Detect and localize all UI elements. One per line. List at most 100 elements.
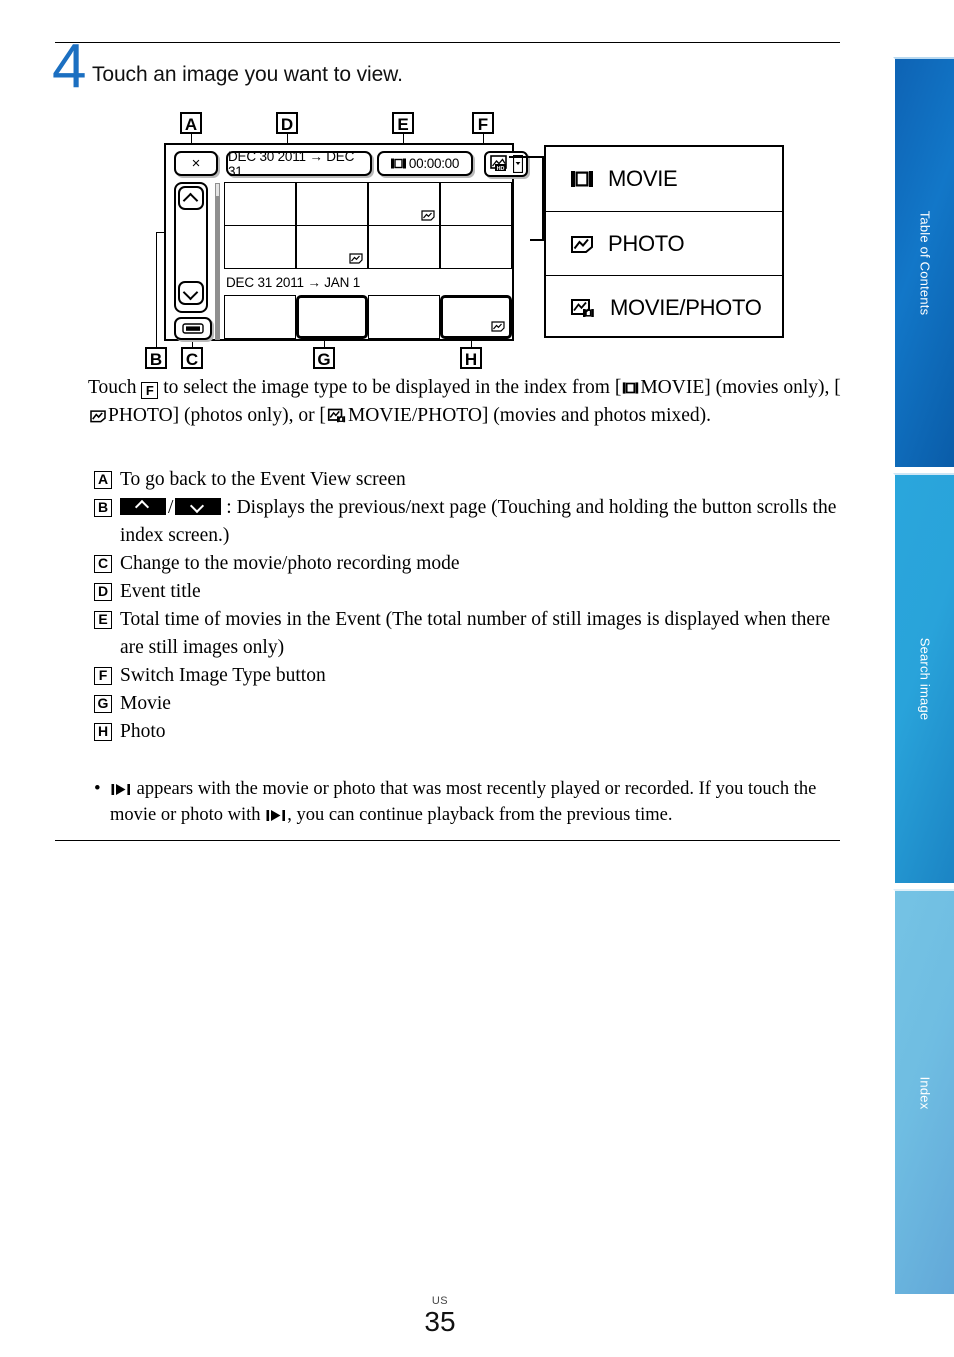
next-page-button[interactable] (178, 281, 204, 305)
thumbnail-cell-movie[interactable] (296, 295, 368, 339)
callout-label-a: A (180, 112, 202, 134)
list-item-e: E Total time of movies in the Event (The… (94, 606, 854, 662)
note-text-part-2: , you can continue playback from the pre… (287, 805, 673, 825)
thumbnail-cell[interactable] (368, 225, 440, 269)
movie-photo-icon (327, 408, 346, 423)
paragraph-part-4: (photos only), or [ (179, 405, 326, 426)
list-item-g: G Movie (94, 690, 854, 718)
chevron-down-icon (512, 155, 523, 173)
menu-item-movie[interactable]: MOVIE (546, 147, 782, 211)
tab-index[interactable]: Index (893, 889, 954, 1294)
leader-b-vertical (156, 232, 157, 347)
switch-image-type-button[interactable]: HD (484, 151, 528, 177)
photo-icon (571, 235, 593, 253)
photo-icon (491, 321, 505, 332)
note-text: appears with the movie or photo that was… (94, 776, 854, 828)
close-button[interactable]: × (174, 151, 218, 176)
list-item-b: B / : Displays the previous/next page (T… (94, 494, 854, 550)
paragraph-movie-label: MOVIE] (640, 377, 711, 398)
thumbnail-cell-photo[interactable] (440, 295, 512, 339)
thumbnail-cell[interactable] (440, 225, 512, 269)
thumbnail-cell[interactable] (224, 182, 296, 226)
legend-marker-a: A (94, 471, 112, 489)
tab-index-label: Index (917, 1076, 932, 1109)
menu-item-photo-label: PHOTO (608, 230, 685, 256)
paragraph-part-1: Touch (88, 377, 142, 398)
legend-text-b: : Displays the previous/next page (Touch… (120, 497, 837, 546)
thumbnail-cell[interactable] (368, 182, 440, 226)
paragraph-part-2: to select the image type to be displayed… (158, 377, 622, 398)
legend-marker-g: G (94, 695, 112, 713)
chevron-up-icon (184, 194, 198, 202)
figure-index-screen: A D E F B C G H × DEC 30 2011 → DEC 31 0… (0, 100, 880, 375)
movie-icon (623, 382, 639, 394)
tab-search-image-label: Search image (917, 637, 932, 721)
legend-marker-c: C (94, 555, 112, 573)
photo-icon (421, 210, 435, 221)
legend-marker-e: E (94, 611, 112, 629)
legend-text-f: Switch Image Type button (120, 665, 326, 686)
close-icon: × (191, 155, 201, 172)
callout-label-d: D (276, 112, 298, 134)
legend-text-c: Change to the movie/photo recording mode (120, 553, 460, 574)
thumbnail-cell[interactable] (224, 225, 296, 269)
slash-separator: / (168, 497, 174, 518)
callout-label-c: C (181, 347, 203, 369)
side-tab-bar: Table of Contents Search image Index (893, 57, 954, 1294)
index-scrollbar-thumb[interactable] (215, 183, 220, 197)
tab-search-image[interactable]: Search image (893, 473, 954, 883)
legend-marker-h: H (94, 723, 112, 741)
tab-table-of-contents-label: Table of Contents (917, 210, 932, 316)
thumbnail-row-2 (224, 225, 512, 269)
thumbnail-cell[interactable] (296, 182, 368, 226)
legend-marker-b: B (94, 499, 112, 517)
legend-text-g: Movie (120, 693, 171, 714)
callout-label-b: B (145, 347, 167, 369)
total-time-display: 00:00:00 (377, 151, 473, 176)
legend-list: A To go back to the Event View screen B … (94, 466, 854, 746)
photo-icon (90, 410, 106, 423)
page-footer: US 35 (0, 1295, 880, 1336)
paragraph-part-3: (movies only), [ (710, 377, 841, 398)
list-item-d: D Event title (94, 578, 854, 606)
total-time-text: 00:00:00 (408, 156, 460, 171)
thumbnail-cell[interactable] (368, 295, 440, 339)
resume-playback-icon (266, 810, 286, 821)
image-type-menu: MOVIE PHOTO MOVIE/PHOTO (544, 145, 784, 338)
menu-item-movie-photo-label: MOVIE/PHOTO (610, 294, 762, 320)
paragraph-photo-label: PHOTO] (108, 405, 180, 426)
legend-marker-d: D (94, 583, 112, 601)
thumbnail-cell[interactable] (224, 295, 296, 339)
thumbnail-row-3 (224, 295, 512, 339)
page-title: Touch an image you want to view. (92, 63, 403, 86)
movie-photo-icon (571, 298, 594, 317)
list-item-h: H Photo (94, 718, 854, 746)
tab-table-of-contents[interactable]: Table of Contents (893, 57, 954, 467)
event-title-2: DEC 31 2011 → JAN 1 (226, 275, 361, 290)
index-scrollbar-track[interactable] (215, 183, 220, 340)
event-title-button[interactable]: DEC 30 2011 → DEC 31 (226, 149, 372, 179)
menu-item-movie-label: MOVIE (608, 166, 678, 191)
paragraph-moviephoto-label: MOVIE/PHOTO] (347, 405, 489, 426)
connector-f-top (509, 156, 544, 158)
legend-text-a: To go back to the Event View screen (120, 469, 406, 490)
movie-photo-hd-icon: HD (489, 155, 507, 172)
menu-item-movie-photo[interactable]: MOVIE/PHOTO (546, 275, 782, 339)
photo-icon (349, 253, 363, 264)
menu-item-photo[interactable]: PHOTO (546, 211, 782, 275)
list-item-c: C Change to the movie/photo recording mo… (94, 550, 854, 578)
list-item-f: F Switch Image Type button (94, 662, 854, 690)
footer-rule (55, 840, 840, 841)
legend-marker-f: F (94, 667, 112, 685)
thumbnail-cell[interactable] (296, 225, 368, 269)
chevron-down-icon (184, 289, 198, 297)
recording-mode-button[interactable] (174, 317, 212, 340)
callout-label-f: F (472, 112, 494, 134)
header-rule (55, 42, 840, 43)
svg-text:HD: HD (496, 166, 504, 172)
previous-page-button[interactable] (178, 186, 204, 210)
thumbnail-cell[interactable] (440, 182, 512, 226)
resume-playback-icon (111, 784, 130, 795)
legend-text-h: Photo (120, 721, 166, 742)
page-number: 35 (424, 1306, 456, 1337)
